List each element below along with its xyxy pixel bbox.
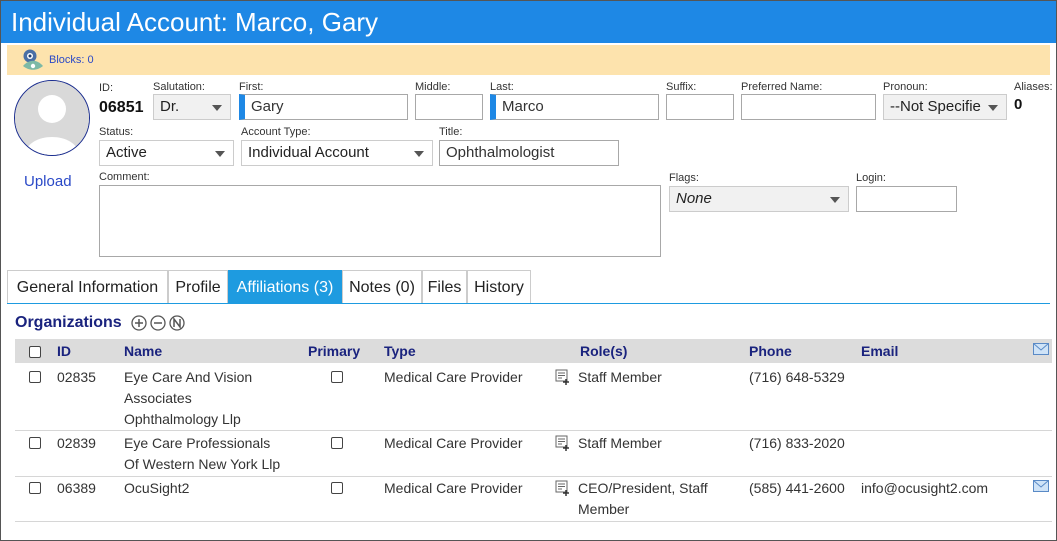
chevron-down-icon xyxy=(830,197,840,203)
suffix-label: Suffix: xyxy=(666,81,697,93)
org-phone: (716) 648-5329 xyxy=(749,369,845,385)
salutation-select[interactable]: Dr. xyxy=(153,94,231,120)
select-all-checkbox[interactable] xyxy=(29,346,41,358)
preferred-name-label: Preferred Name: xyxy=(741,81,823,93)
edit-roles-icon[interactable] xyxy=(555,369,571,390)
first-name-field[interactable]: Gary xyxy=(239,94,408,120)
account-type-value: Individual Account xyxy=(248,144,369,161)
primary-checkbox[interactable] xyxy=(331,437,343,449)
col-name[interactable]: Name xyxy=(124,343,162,359)
organization-actions xyxy=(131,314,189,337)
login-field[interactable] xyxy=(856,186,957,212)
user-silhouette-icon xyxy=(15,81,89,155)
login-label: Login: xyxy=(856,172,886,184)
edit-roles-icon[interactable] xyxy=(555,435,571,456)
preferred-name-field[interactable] xyxy=(741,94,876,120)
primary-checkbox[interactable] xyxy=(331,482,343,494)
col-primary[interactable]: Primary xyxy=(308,343,360,359)
flags-value: None xyxy=(676,190,712,207)
org-roles: CEO/President, Staff Member xyxy=(578,480,708,517)
org-roles: Staff Member xyxy=(578,435,662,451)
tab-general-information[interactable]: General Information xyxy=(7,270,168,303)
pronoun-select[interactable]: --Not Specifie xyxy=(883,94,1007,120)
org-id: 02839 xyxy=(57,435,96,451)
tab-history[interactable]: History xyxy=(467,270,531,303)
status-value: Active xyxy=(106,144,147,161)
org-id: 02835 xyxy=(57,369,96,385)
id-value: 06851 xyxy=(99,99,144,116)
upload-link[interactable]: Upload xyxy=(24,173,72,190)
org-id: 06389 xyxy=(57,480,96,496)
salutation-value: Dr. xyxy=(160,98,180,115)
eye-icon[interactable] xyxy=(21,48,45,75)
account-window: Individual Account: Marco, Gary Blocks: … xyxy=(0,0,1057,541)
org-type: Medical Care Provider xyxy=(384,480,523,496)
pronoun-value: --Not Specifie xyxy=(890,98,981,115)
account-type-label: Account Type: xyxy=(241,126,311,138)
first-label: First: xyxy=(239,81,264,93)
chevron-down-icon xyxy=(988,105,998,111)
pronoun-label: Pronoun: xyxy=(883,81,928,93)
tab-notes[interactable]: Notes (0) xyxy=(342,270,422,303)
middle-label: Middle: xyxy=(415,81,451,93)
middle-name-field[interactable] xyxy=(415,94,483,120)
aliases-label: Aliases: xyxy=(1014,81,1053,93)
org-name[interactable]: Eye Care Professionals Of Western New Yo… xyxy=(124,433,280,475)
col-phone[interactable]: Phone xyxy=(749,343,792,359)
edit-roles-icon[interactable] xyxy=(555,480,571,501)
col-type[interactable]: Type xyxy=(384,343,416,359)
row-checkbox[interactable] xyxy=(29,482,41,494)
title-label: Title: xyxy=(439,126,463,138)
org-name[interactable]: Eye Care And Vision Associates Ophthalmo… xyxy=(124,367,252,430)
comment-field[interactable] xyxy=(99,185,661,257)
org-roles: Staff Member xyxy=(578,369,662,385)
window-title: Individual Account: Marco, Gary xyxy=(1,1,1056,43)
row-checkbox[interactable] xyxy=(29,437,41,449)
salutation-label: Salutation: xyxy=(153,81,205,93)
last-name-field[interactable]: Marco xyxy=(490,94,659,120)
primary-checkbox[interactable] xyxy=(331,371,343,383)
col-id[interactable]: ID xyxy=(57,343,71,359)
last-label: Last: xyxy=(490,81,514,93)
col-roles[interactable]: Role(s) xyxy=(580,343,627,359)
suffix-field[interactable] xyxy=(666,94,734,120)
add-icon[interactable] xyxy=(131,315,147,331)
avatar xyxy=(14,80,90,156)
status-select[interactable]: Active xyxy=(99,140,234,166)
flags-select[interactable]: None xyxy=(669,186,849,212)
title-field[interactable]: Ophthalmologist xyxy=(439,140,619,166)
email-icon[interactable] xyxy=(1033,479,1049,498)
row-checkbox[interactable] xyxy=(29,371,41,383)
blocks-bar: Blocks: 0 xyxy=(7,45,1050,75)
org-name[interactable]: OcuSight2 xyxy=(124,478,189,499)
tab-files[interactable]: Files xyxy=(422,270,467,303)
account-type-select[interactable]: Individual Account xyxy=(241,140,433,166)
tab-affiliations[interactable]: Affiliations (3) xyxy=(228,270,342,303)
chevron-down-icon xyxy=(414,151,424,157)
organizations-heading: Organizations xyxy=(15,314,122,331)
tab-profile[interactable]: Profile xyxy=(168,270,228,303)
chevron-down-icon xyxy=(215,151,225,157)
organizations-table-header: ID Name Primary Type Role(s) Phone Email xyxy=(15,339,1052,363)
email-all-icon[interactable] xyxy=(1033,342,1049,361)
table-row[interactable]: 02839 Eye Care Professionals Of Western … xyxy=(15,431,1052,477)
table-row[interactable]: 02835 Eye Care And Vision Associates Oph… xyxy=(15,363,1052,431)
comment-label: Comment: xyxy=(99,171,150,183)
aliases-value: 0 xyxy=(1014,96,1023,113)
new-icon[interactable] xyxy=(169,315,185,331)
org-phone: (716) 833-2020 xyxy=(749,435,845,451)
col-email[interactable]: Email xyxy=(861,343,898,359)
table-row[interactable]: 06389 OcuSight2 Medical Care Provider CE… xyxy=(15,477,1052,522)
status-label: Status: xyxy=(99,126,134,138)
org-type: Medical Care Provider xyxy=(384,435,523,451)
chevron-down-icon xyxy=(212,105,222,111)
org-email[interactable]: info@ocusight2.com xyxy=(861,478,988,499)
blocks-link[interactable]: Blocks: 0 xyxy=(49,54,94,66)
org-type: Medical Care Provider xyxy=(384,369,523,385)
org-phone: (585) 441-2600 xyxy=(749,480,845,496)
tab-underline xyxy=(7,303,1050,304)
flags-label: Flags: xyxy=(669,172,699,184)
id-label: ID: xyxy=(99,82,114,94)
remove-icon[interactable] xyxy=(150,315,166,331)
